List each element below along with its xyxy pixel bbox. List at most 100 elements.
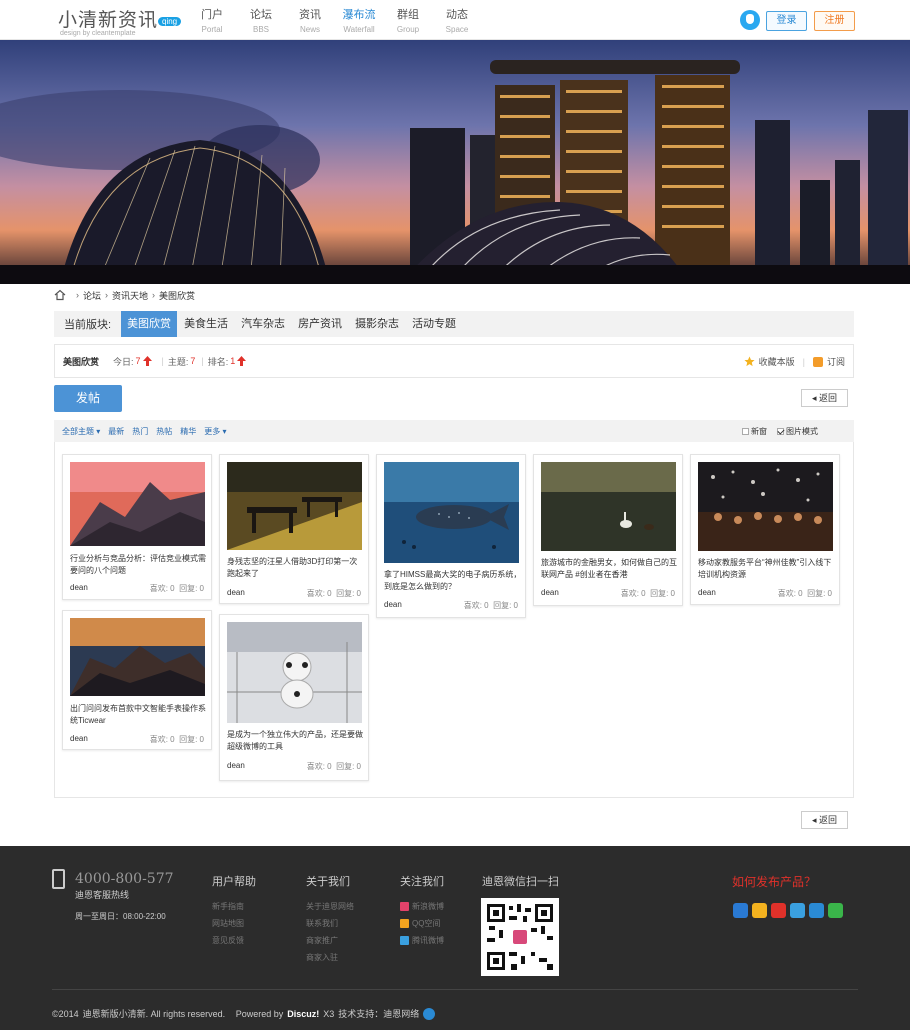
breadcrumb-item[interactable]: 美图欣赏 bbox=[159, 289, 195, 302]
post-card[interactable]: 移动家教服务平台“神州佳教”引入线下培训机构资源 dean 喜欢: 0 回复: … bbox=[690, 454, 840, 605]
post-image[interactable] bbox=[70, 618, 205, 696]
post-card[interactable]: 是成为一个独立伟大的产品，还是要做超级微博的工具 dean 喜欢: 0 回复: … bbox=[219, 614, 369, 781]
post-title[interactable]: 移动家教服务平台“神州佳教”引入线下培训机构资源 bbox=[698, 557, 836, 581]
post-image[interactable] bbox=[227, 622, 362, 723]
tab-forum[interactable]: 美食生活 bbox=[178, 311, 234, 337]
qq-login-icon[interactable] bbox=[740, 10, 760, 30]
post-title[interactable]: 身残志坚的汪星人借助3D打印第一次跑起来了 bbox=[227, 556, 365, 580]
filter-digest[interactable]: 精华 bbox=[180, 426, 196, 437]
rss-icon bbox=[812, 356, 823, 367]
post-image[interactable] bbox=[227, 462, 362, 550]
filter-hot[interactable]: 热门 bbox=[132, 426, 148, 437]
post-image[interactable] bbox=[698, 462, 833, 551]
new-window-toggle[interactable]: 新窗 bbox=[742, 426, 767, 437]
back-button[interactable]: ◂ 返回 bbox=[801, 811, 848, 829]
filter-latest[interactable]: 最新 bbox=[108, 426, 124, 437]
nav-item[interactable]: 资讯 News bbox=[288, 6, 332, 34]
footer-link-label: QQ空间 bbox=[412, 919, 441, 928]
footer-link[interactable]: 网站地图 bbox=[212, 918, 256, 929]
forum-tabs-label: 当前版块: bbox=[64, 319, 112, 331]
phone-label: 迪恩客服热线 bbox=[75, 890, 130, 900]
tencent-weibo-icon[interactable] bbox=[790, 903, 805, 918]
today-label: 今日: bbox=[113, 356, 134, 367]
post-title[interactable]: 是成为一个独立伟大的产品，还是要做超级微博的工具 bbox=[227, 729, 365, 753]
footer-link[interactable]: 意见反馈 bbox=[212, 935, 256, 946]
forum-name: 美图欣赏 bbox=[63, 356, 100, 367]
post-likes: 喜欢: 0 bbox=[149, 584, 175, 593]
post-card[interactable]: 拿了HIMSS最高大奖的电子病历系统，到底是怎么做到的？ dean 喜欢: 0 … bbox=[376, 454, 526, 618]
tab-forum[interactable]: 汽车杂志 bbox=[235, 311, 291, 337]
filter-all-topics[interactable]: 全部主题 ▾ bbox=[62, 426, 100, 437]
post-author[interactable]: dean bbox=[698, 588, 778, 599]
nav-item[interactable]: 群组 Group bbox=[386, 6, 430, 34]
breadcrumb-item[interactable]: 资讯天地 bbox=[112, 289, 148, 302]
filter-label: 全部主题 bbox=[62, 426, 94, 436]
main-nav: 门户 Portal 论坛 BBS 资讯 News 瀑布流 Waterfall 群组 Group 动态… bbox=[190, 6, 484, 34]
home-icon[interactable] bbox=[54, 289, 66, 301]
qzone-star-icon[interactable] bbox=[752, 903, 767, 918]
post-author[interactable]: dean bbox=[384, 600, 464, 611]
post-replies: 回复: 0 bbox=[336, 589, 361, 598]
filter-more[interactable]: 更多 ▾ bbox=[204, 426, 226, 437]
nav-item[interactable]: 论坛 BBS bbox=[239, 6, 283, 34]
discuz-link[interactable]: Discuz! bbox=[287, 1009, 319, 1019]
breadcrumb-item[interactable]: 论坛 bbox=[83, 289, 101, 302]
site-logo[interactable]: 小清新资讯 qing design by cleantemplate bbox=[58, 5, 188, 38]
post-image[interactable] bbox=[541, 462, 676, 551]
tech-support[interactable]: 技术支持：迪恩网络 bbox=[338, 1007, 419, 1020]
post-card[interactable]: 出门问问发布首款中文智能手表操作系统Ticwear dean 喜欢: 0 回复:… bbox=[62, 610, 212, 750]
publish-product-link[interactable]: 如何发布产品？ bbox=[732, 873, 816, 890]
banner-cityscape bbox=[0, 40, 910, 284]
pic-mode-toggle[interactable]: 图片模式 bbox=[777, 426, 818, 437]
footer-link[interactable]: 腾讯微博 bbox=[400, 935, 444, 946]
tab-forum[interactable]: 摄影杂志 bbox=[349, 311, 405, 337]
nav-item[interactable]: 动态 Space bbox=[435, 6, 479, 34]
post-author[interactable]: dean bbox=[541, 588, 621, 599]
footer-link[interactable]: 新浪微博 bbox=[400, 901, 444, 912]
star-icon bbox=[744, 356, 755, 367]
nav-item[interactable]: 瀑布流 Waterfall bbox=[337, 6, 381, 34]
back-button[interactable]: ◂ 返回 bbox=[801, 389, 848, 407]
tab-forum[interactable]: 房产资讯 bbox=[292, 311, 348, 337]
post-title[interactable]: 拿了HIMSS最高大奖的电子病历系统，到底是怎么做到的？ bbox=[384, 569, 522, 593]
forum-actions: 收藏本版 | 订阅 bbox=[744, 355, 845, 368]
nav-item[interactable]: 门户 Portal bbox=[190, 6, 234, 34]
tab-forum[interactable]: 美图欣赏 bbox=[121, 311, 178, 337]
footer-link[interactable]: 联系我们 bbox=[306, 918, 354, 929]
post-replies: 回复: 0 bbox=[807, 589, 832, 598]
renren-icon[interactable] bbox=[809, 903, 824, 918]
post-title[interactable]: 旅游城市的金融男女，如何做自己的互联网产品 #创业者在香港 bbox=[541, 557, 679, 581]
checkbox[interactable] bbox=[742, 428, 749, 436]
post-author[interactable]: dean bbox=[227, 588, 307, 599]
post-meta: dean 喜欢: 0 回复: 0 bbox=[227, 588, 361, 599]
post-image[interactable] bbox=[70, 462, 205, 546]
checkbox[interactable] bbox=[777, 428, 784, 436]
favorite-link[interactable]: 收藏本版 bbox=[759, 355, 795, 368]
post-author[interactable]: dean bbox=[70, 583, 150, 594]
post-card[interactable]: 行业分析与竞品分析：评估竞业模式需要问的八个问题 dean 喜欢: 0 回复: … bbox=[62, 454, 212, 600]
tab-forum[interactable]: 活动专题 bbox=[406, 311, 462, 337]
post-title[interactable]: 出门问问发布首款中文智能手表操作系统Ticwear bbox=[70, 703, 208, 727]
login-button[interactable]: 登录 bbox=[766, 11, 807, 31]
footer-link[interactable]: 商家推广 bbox=[306, 935, 354, 946]
new-post-button[interactable]: 发帖 bbox=[54, 385, 122, 412]
footer-link[interactable]: 新手指南 bbox=[212, 901, 256, 912]
footer-link[interactable]: QQ空间 bbox=[400, 918, 444, 929]
post-image[interactable] bbox=[384, 462, 519, 563]
hero-banner bbox=[0, 40, 910, 284]
post-author[interactable]: dean bbox=[70, 734, 150, 745]
post-author[interactable]: dean bbox=[227, 761, 307, 772]
footer-link[interactable]: 商家入驻 bbox=[306, 952, 354, 963]
subscribe-link[interactable]: 订阅 bbox=[827, 355, 845, 368]
post-card[interactable]: 旅游城市的金融男女，如何做自己的互联网产品 #创业者在香港 dean 喜欢: 0… bbox=[533, 454, 683, 606]
footer-link[interactable]: 关于迪恩网络 bbox=[306, 901, 354, 912]
breadcrumb-separator: › bbox=[152, 290, 156, 300]
wechat-icon[interactable] bbox=[828, 903, 843, 918]
filter-hot-posts[interactable]: 热帖 bbox=[156, 426, 172, 437]
post-title[interactable]: 行业分析与竞品分析：评估竞业模式需要问的八个问题 bbox=[70, 553, 208, 577]
weibo-icon[interactable] bbox=[771, 903, 786, 918]
post-card[interactable]: 身残志坚的汪星人借助3D打印第一次跑起来了 dean 喜欢: 0 回复: 0 bbox=[219, 454, 369, 604]
plus-icon[interactable] bbox=[733, 903, 748, 918]
footer-help: 用户帮助 新手指南 网站地图 意见反馈 bbox=[212, 873, 256, 952]
register-button[interactable]: 注册 bbox=[814, 11, 855, 31]
